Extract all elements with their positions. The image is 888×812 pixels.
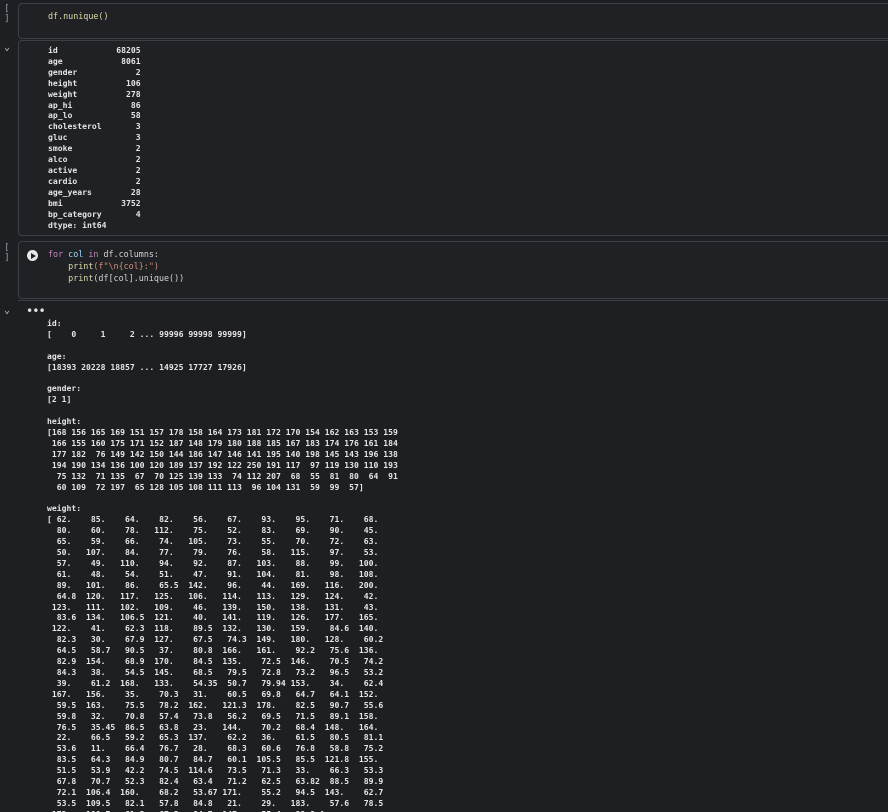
more-options-icon[interactable]: ••• xyxy=(26,304,46,318)
code-var-col: col xyxy=(63,249,89,259)
output-separator xyxy=(18,300,888,301)
run-cell-play-icon[interactable] xyxy=(27,250,38,261)
code-cell-2[interactable]: for col in df.columns: print(f"\n{col}:"… xyxy=(18,241,888,299)
output-cell-1: id 68205 age 8061 gender 2 height 106 we… xyxy=(18,40,888,236)
code-keyword-in: in xyxy=(88,249,99,259)
collapse-output-1-chevron-icon[interactable]: ⌄ xyxy=(0,42,14,53)
code-print-1: print xyxy=(48,261,94,271)
cell-2-execution-count: [ ] xyxy=(4,243,10,263)
code-fstring: (f"\n{col}:") xyxy=(93,261,159,271)
code-keyword-for: for xyxy=(48,249,64,259)
cell-2-output-text: id: [ 0 1 2 ... 99996 99998 99999] age: … xyxy=(47,318,398,812)
cell-1-code-text: df.nunique() xyxy=(48,11,109,21)
notebook-page: [ ] df.nunique() ⌄ id 68205 age 8061 gen… xyxy=(0,0,888,812)
cell-1-code[interactable]: df.nunique() xyxy=(48,10,109,22)
code-columns: df.columns: xyxy=(98,249,159,259)
collapse-output-2-chevron-icon[interactable]: ⌄ xyxy=(0,305,14,316)
cell-2-code[interactable]: for col in df.columns: print(f"\n{col}:"… xyxy=(48,248,184,284)
code-unique-call: (df[col].unique()) xyxy=(93,273,185,283)
code-cell-1[interactable]: df.nunique() xyxy=(18,3,888,39)
output-cell-2: ••• id: [ 0 1 2 ... 99996 99998 99999] a… xyxy=(18,300,888,812)
cell-1-output-text: id 68205 age 8061 gender 2 height 106 we… xyxy=(48,45,141,230)
code-print-2: print xyxy=(48,273,94,283)
cell-1-execution-count: [ ] xyxy=(4,4,10,24)
